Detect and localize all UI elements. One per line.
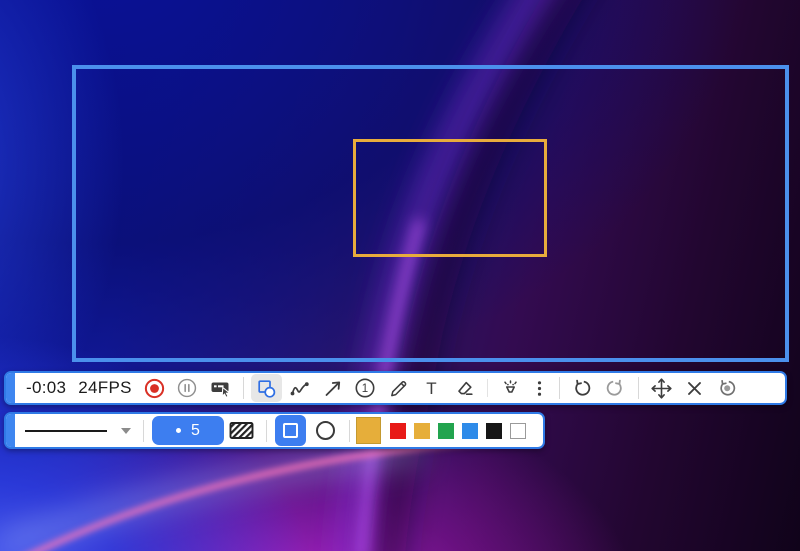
hatch-fill-icon [229, 421, 255, 441]
spotlight-tool-button[interactable] [495, 374, 526, 402]
ellipse-shape-button[interactable] [310, 415, 341, 446]
reset-region-button[interactable] [712, 374, 743, 402]
text-icon: T [421, 378, 442, 399]
panel-cursor-icon [209, 377, 232, 400]
record-icon [143, 377, 166, 400]
line-style-select[interactable] [25, 428, 131, 434]
number-step-icon: 1 [354, 377, 376, 399]
eraser-tool-button[interactable] [449, 374, 480, 402]
reset-region-icon [716, 377, 738, 399]
separator [349, 420, 350, 442]
rectangle-shape-icon [283, 423, 298, 438]
separator [266, 420, 267, 442]
color-swatch-green[interactable] [438, 423, 454, 439]
separator [143, 420, 144, 442]
move-toolbar-button[interactable] [646, 374, 677, 402]
style-toolbar: 5 [4, 412, 545, 449]
close-button[interactable] [679, 374, 710, 402]
record-button[interactable] [139, 374, 170, 402]
arrow-tool-button[interactable] [317, 374, 348, 402]
shapes-icon [256, 378, 277, 399]
color-swatch-yellow[interactable] [414, 423, 430, 439]
toolbar-drag-handle[interactable] [6, 373, 15, 403]
redo-button[interactable] [600, 374, 631, 402]
stroke-size-dot [176, 428, 181, 433]
undo-icon [571, 377, 593, 399]
recording-timer: -0:03 [26, 378, 66, 398]
current-color-swatch[interactable] [356, 417, 381, 444]
number-step-tool-button[interactable]: 1 [350, 374, 381, 402]
separator [638, 377, 639, 399]
polyline-icon [289, 378, 310, 399]
shapes-tool-button[interactable] [251, 374, 282, 402]
recorder-toolbar: -0:03 24FPS [4, 371, 787, 405]
stroke-size-value: 5 [191, 422, 200, 440]
redo-icon [604, 377, 626, 399]
pencil-icon [388, 378, 409, 399]
more-options-button[interactable] [528, 374, 552, 402]
style-toolbar-drag-handle[interactable] [6, 414, 15, 447]
close-icon [684, 378, 705, 399]
undo-button[interactable] [567, 374, 598, 402]
chevron-down-icon [121, 428, 131, 434]
move-icon [650, 377, 673, 400]
text-tool-glyph: T [426, 379, 436, 398]
polyline-tool-button[interactable] [284, 374, 315, 402]
text-tool-button[interactable]: T [416, 374, 447, 402]
line-style-sample [25, 430, 107, 432]
ellipse-shape-icon [316, 421, 335, 440]
separator [487, 379, 488, 397]
stroke-size-chip[interactable]: 5 [152, 416, 224, 445]
eraser-icon [454, 378, 475, 399]
pause-button[interactable] [172, 374, 203, 402]
number-step-label: 1 [362, 383, 368, 395]
recording-fps: 24FPS [78, 378, 131, 398]
color-swatch-blue[interactable] [462, 423, 478, 439]
color-swatch-black[interactable] [486, 423, 502, 439]
pause-icon [176, 377, 198, 399]
arrow-icon [322, 378, 343, 399]
rectangle-shape-button[interactable] [275, 415, 306, 446]
annotation-rectangle[interactable] [353, 139, 547, 257]
separator [559, 377, 560, 399]
spotlight-icon [500, 378, 521, 399]
kebab-menu-icon [529, 378, 550, 399]
separator [243, 377, 244, 399]
color-swatch-white[interactable] [510, 423, 526, 439]
fill-pattern-button[interactable] [224, 416, 260, 446]
desktop-wallpaper: -0:03 24FPS [0, 0, 800, 551]
pencil-tool-button[interactable] [383, 374, 414, 402]
toolbar-visibility-button[interactable] [205, 374, 236, 402]
color-swatch-red[interactable] [390, 423, 406, 439]
